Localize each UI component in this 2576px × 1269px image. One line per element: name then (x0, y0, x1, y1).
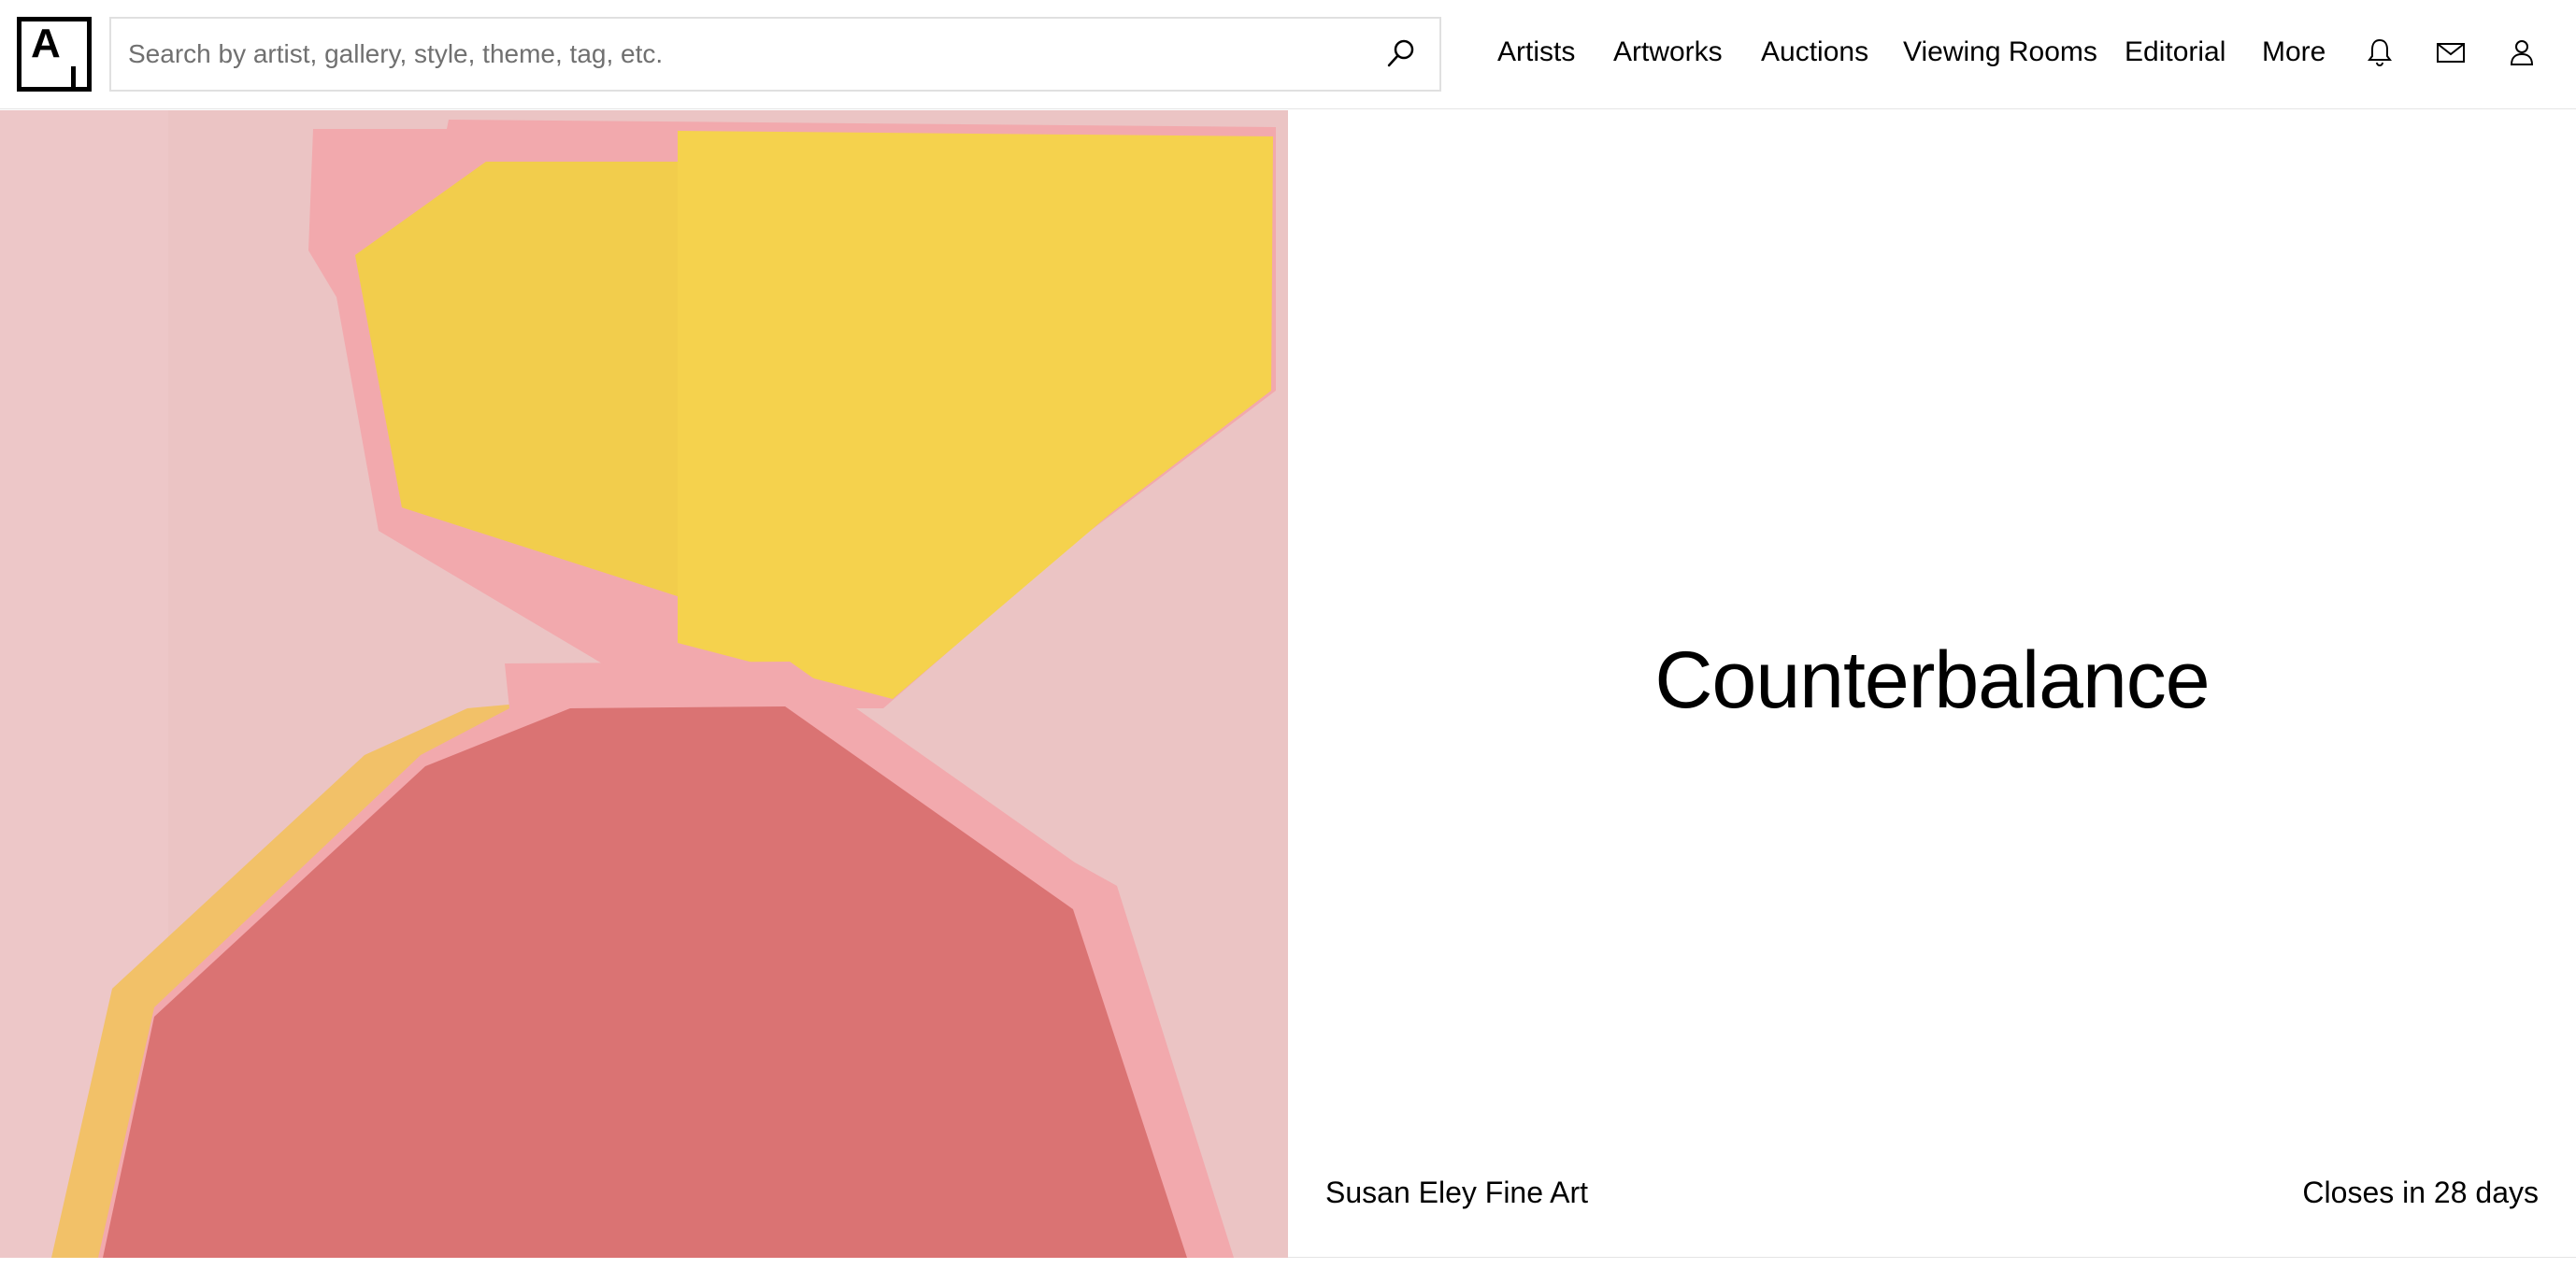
viewing-room-artwork[interactable] (0, 110, 1288, 1258)
nav-editorial[interactable]: Editorial (2125, 36, 2225, 69)
partner-name[interactable]: Susan Eley Fine Art (1325, 1174, 1588, 1211)
mail-icon[interactable] (2434, 36, 2468, 69)
closing-status: Closes in 28 days (2302, 1176, 2539, 1209)
user-icon[interactable] (2505, 36, 2539, 69)
viewing-room-title[interactable]: Counterbalance (1288, 634, 2576, 727)
main-nav: Artists Artworks Auctions Viewing Rooms … (1497, 0, 2576, 109)
search-box[interactable] (109, 17, 1441, 92)
search-icon[interactable] (1381, 36, 1419, 73)
viewing-room-info: Counterbalance Susan Eley Fine Art Close… (1288, 110, 2576, 1258)
nav-artists[interactable]: Artists (1497, 36, 1575, 69)
logo-bar (71, 66, 76, 87)
artsy-logo[interactable]: A (17, 17, 92, 92)
nav-artworks[interactable]: Artworks (1613, 36, 1723, 69)
top-nav-bar: A Artists Artworks Auctions Viewing Room… (0, 0, 2576, 109)
nav-auctions[interactable]: Auctions (1761, 36, 1868, 69)
nav-more[interactable]: More (2262, 36, 2326, 69)
bell-icon[interactable] (2363, 36, 2397, 69)
search-input[interactable] (128, 19, 1371, 90)
nav-viewing-rooms[interactable]: Viewing Rooms (1903, 36, 2097, 69)
artwork-image (0, 110, 1288, 1258)
divider (1288, 1257, 2576, 1258)
logo-letter: A (31, 21, 61, 66)
